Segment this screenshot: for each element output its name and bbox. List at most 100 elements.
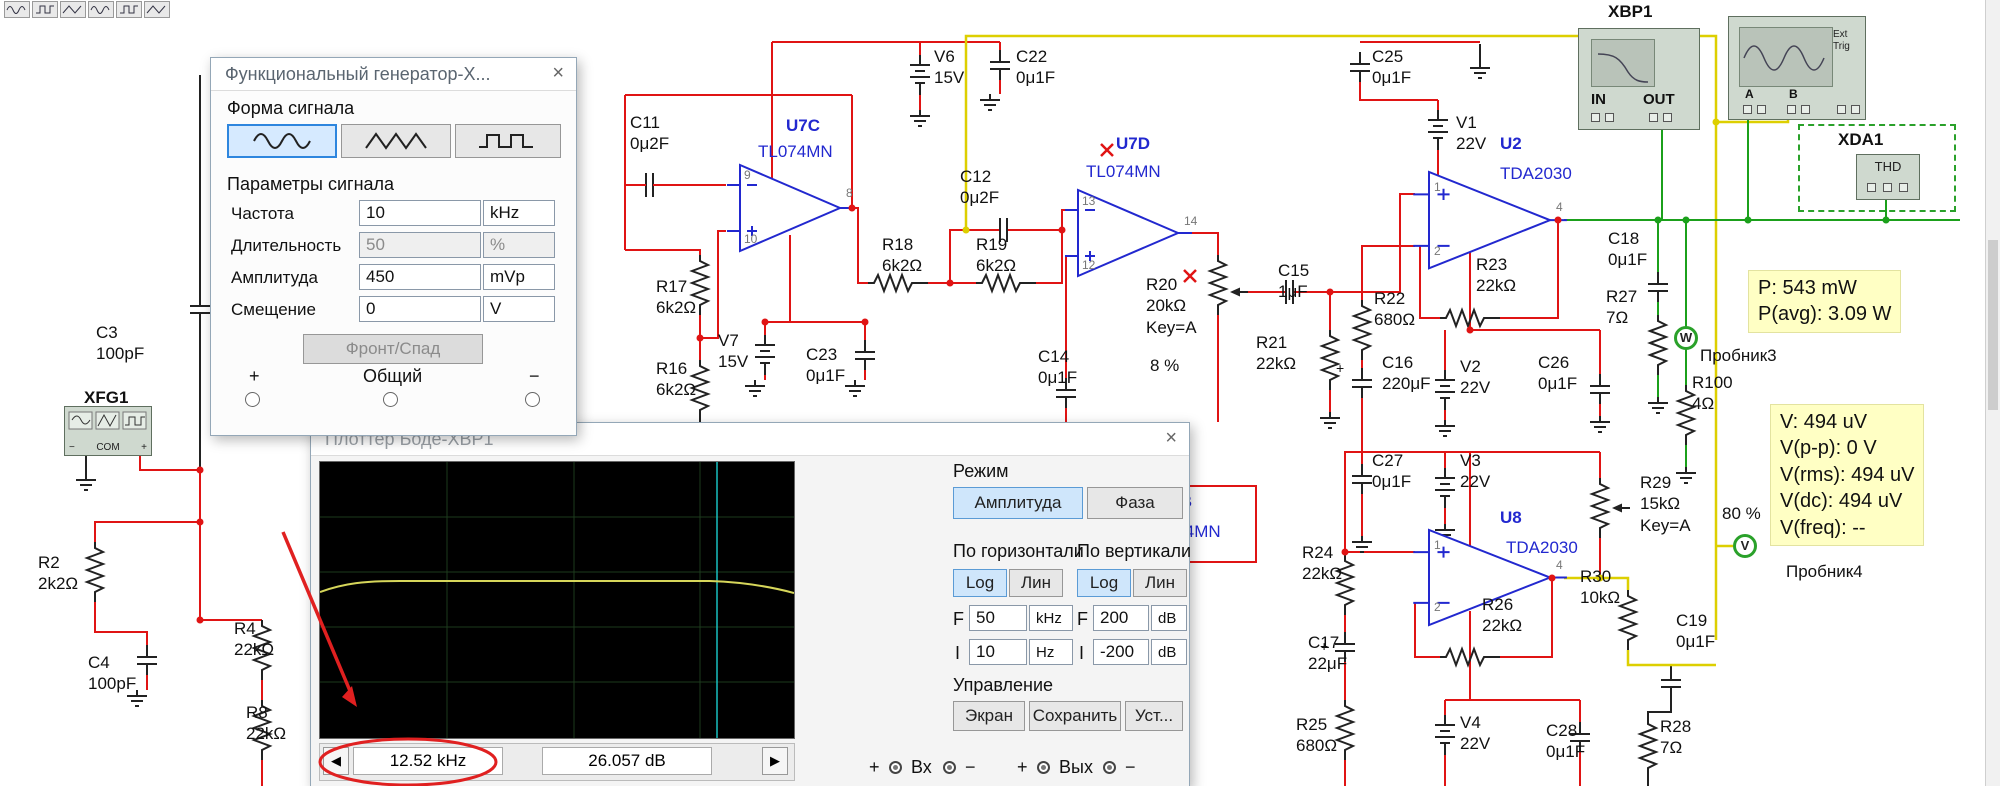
component-R23[interactable]: R23 22kΩ — [1476, 254, 1516, 297]
triangle-wave-button[interactable] — [341, 124, 451, 158]
toolbar-icon-3[interactable] — [88, 1, 114, 18]
xda1-label[interactable]: XDA1 — [1838, 130, 1883, 150]
component-R30[interactable]: R30 10kΩ — [1580, 566, 1620, 609]
component-C26[interactable]: C26 0μ1F — [1538, 352, 1577, 395]
bode-close-icon[interactable]: × — [1165, 427, 1177, 450]
scope-a-plus-terminal[interactable] — [1743, 105, 1752, 114]
thd-terminal-1[interactable] — [1867, 183, 1876, 192]
opamp-label-U7D[interactable]: U7D — [1116, 134, 1150, 154]
component-C14[interactable]: C14 0μ1F — [1038, 346, 1077, 389]
thd-terminal-3[interactable] — [1899, 183, 1908, 192]
component-R18[interactable]: R18 6k2Ω — [882, 234, 922, 277]
component-C23[interactable]: C23 0μ1F — [806, 344, 845, 387]
component-R28[interactable]: R28 7Ω — [1660, 716, 1691, 759]
toolbar-icon-0[interactable] — [4, 1, 30, 18]
vertical-lin-button[interactable]: Лин — [1133, 569, 1187, 597]
fg-plus-radio[interactable] — [245, 392, 260, 407]
voltage-probe-icon[interactable]: V — [1733, 534, 1757, 558]
component-C25[interactable]: C25 0μ1F — [1372, 46, 1411, 89]
component-V2[interactable]: V2 22V — [1460, 356, 1490, 399]
scope-b-plus-terminal[interactable] — [1787, 105, 1796, 114]
toolbar-icon-1[interactable] — [32, 1, 58, 18]
square-wave-button[interactable] — [455, 124, 561, 158]
save-button[interactable]: Сохранить — [1029, 701, 1121, 731]
component-C15[interactable]: C15 1μF — [1278, 260, 1309, 303]
component-R17[interactable]: R17 6k2Ω — [656, 276, 696, 319]
cursor-right-button[interactable]: ▶ — [762, 747, 788, 775]
offset-unit[interactable]: V — [483, 296, 555, 322]
oscilloscope-icon[interactable]: Ext Trig A B — [1728, 16, 1866, 120]
toolbar-icon-5[interactable] — [144, 1, 170, 18]
xbp1-icon[interactable]: IN OUT — [1578, 28, 1700, 130]
bode-plot-area[interactable] — [319, 461, 795, 739]
component-C12[interactable]: C12 0μ2F — [960, 166, 999, 209]
component-C19[interactable]: C19 0μ1F — [1676, 610, 1715, 653]
edge-button[interactable]: Фронт/Спад — [303, 334, 483, 364]
component-R16[interactable]: R16 6k2Ω — [656, 358, 696, 401]
component-V1[interactable]: V1 22V — [1456, 112, 1486, 155]
component-R22[interactable]: R22 680Ω — [1374, 288, 1415, 331]
scope-ext-terminal[interactable] — [1837, 105, 1846, 114]
phase-mode-button[interactable]: Фаза — [1087, 487, 1183, 519]
vertical-scrollbar[interactable] — [1985, 0, 2000, 786]
amplitude-unit[interactable]: mVp — [483, 264, 555, 290]
scrollbar-thumb[interactable] — [1988, 240, 1998, 410]
xbp1-in-minus-terminal[interactable] — [1605, 113, 1614, 122]
toolbar-icon-4[interactable] — [116, 1, 142, 18]
component-V6[interactable]: V6 15V — [934, 46, 964, 89]
power-probe-icon[interactable]: W — [1674, 326, 1698, 350]
xbp1-label[interactable]: XBP1 — [1608, 2, 1652, 22]
amplitude-input[interactable]: 450 — [359, 264, 481, 290]
component-R4[interactable]: R4 22kΩ — [234, 618, 274, 661]
xbp1-out-plus-terminal[interactable] — [1649, 113, 1658, 122]
component-C28[interactable]: C28 0μ1F — [1546, 720, 1585, 763]
vertical-f-unit[interactable]: dB — [1151, 605, 1187, 631]
component-R26[interactable]: R26 22kΩ — [1482, 594, 1522, 637]
fg-minus-radio[interactable] — [525, 392, 540, 407]
component-R2[interactable]: R2 2k2Ω — [38, 552, 78, 595]
thd-terminal-2[interactable] — [1883, 183, 1892, 192]
fg-common-radio[interactable] — [383, 392, 398, 407]
fg-titlebar[interactable]: Функциональный генератор-X... × — [211, 58, 576, 91]
probe3-label[interactable]: Пробник3 — [1700, 346, 1777, 366]
scope-a-minus-terminal[interactable] — [1757, 105, 1766, 114]
component-C22[interactable]: C22 0μ1F — [1016, 46, 1055, 89]
component-R100[interactable]: R100 4Ω — [1692, 372, 1733, 415]
xfg1-icon[interactable]: − COM + — [64, 406, 152, 456]
component-R20[interactable]: R20 20kΩ Key=A — [1146, 274, 1197, 338]
sine-wave-button[interactable] — [227, 124, 337, 158]
scope-b-minus-terminal[interactable] — [1801, 105, 1810, 114]
xda1-thd-icon[interactable]: THD — [1856, 154, 1920, 200]
fg-close-icon[interactable]: × — [552, 62, 564, 85]
probe4-label[interactable]: Пробник4 — [1786, 562, 1863, 582]
horizontal-lin-button[interactable]: Лин — [1009, 569, 1063, 597]
component-R21[interactable]: R21 22kΩ — [1256, 332, 1296, 375]
vertical-i-input[interactable]: -200 — [1093, 639, 1149, 665]
component-R19[interactable]: R19 6k2Ω — [976, 234, 1016, 277]
component-C3[interactable]: C3 100pF — [96, 322, 144, 365]
opamp-label-U2[interactable]: U2 — [1500, 134, 1522, 154]
xbp1-out-minus-terminal[interactable] — [1663, 113, 1672, 122]
component-C18[interactable]: C18 0μ1F — [1608, 228, 1647, 271]
opamp-label-U8[interactable]: U8 — [1500, 508, 1522, 528]
amplitude-mode-button[interactable]: Амплитуда — [953, 487, 1083, 519]
toolbar-icon-2[interactable] — [60, 1, 86, 18]
vertical-log-button[interactable]: Log — [1077, 569, 1131, 597]
component-C4[interactable]: C4 100pF — [88, 652, 136, 695]
frequency-unit[interactable]: kHz — [483, 200, 555, 226]
component-R24[interactable]: R24 22kΩ — [1302, 542, 1342, 585]
screen-button[interactable]: Экран — [953, 701, 1025, 731]
horizontal-f-input[interactable]: 50 — [969, 605, 1027, 631]
horizontal-log-button[interactable]: Log — [953, 569, 1007, 597]
xfg1-label[interactable]: XFG1 — [84, 388, 128, 408]
component-C11[interactable]: C11 0μ2F — [630, 112, 669, 155]
horizontal-i-input[interactable]: 10 — [969, 639, 1027, 665]
component-R8[interactable]: R8 22kΩ — [246, 702, 286, 745]
component-C16[interactable]: C16 220μF — [1382, 352, 1431, 395]
vertical-i-unit[interactable]: dB — [1151, 639, 1187, 665]
component-R27[interactable]: R27 7Ω — [1606, 286, 1637, 329]
horizontal-f-unit[interactable]: kHz — [1029, 605, 1073, 631]
opamp-label-U7C[interactable]: U7C — [786, 116, 820, 136]
component-V3[interactable]: V3 22V — [1460, 450, 1490, 493]
component-R29[interactable]: R29 15kΩ Key=A — [1640, 472, 1691, 536]
